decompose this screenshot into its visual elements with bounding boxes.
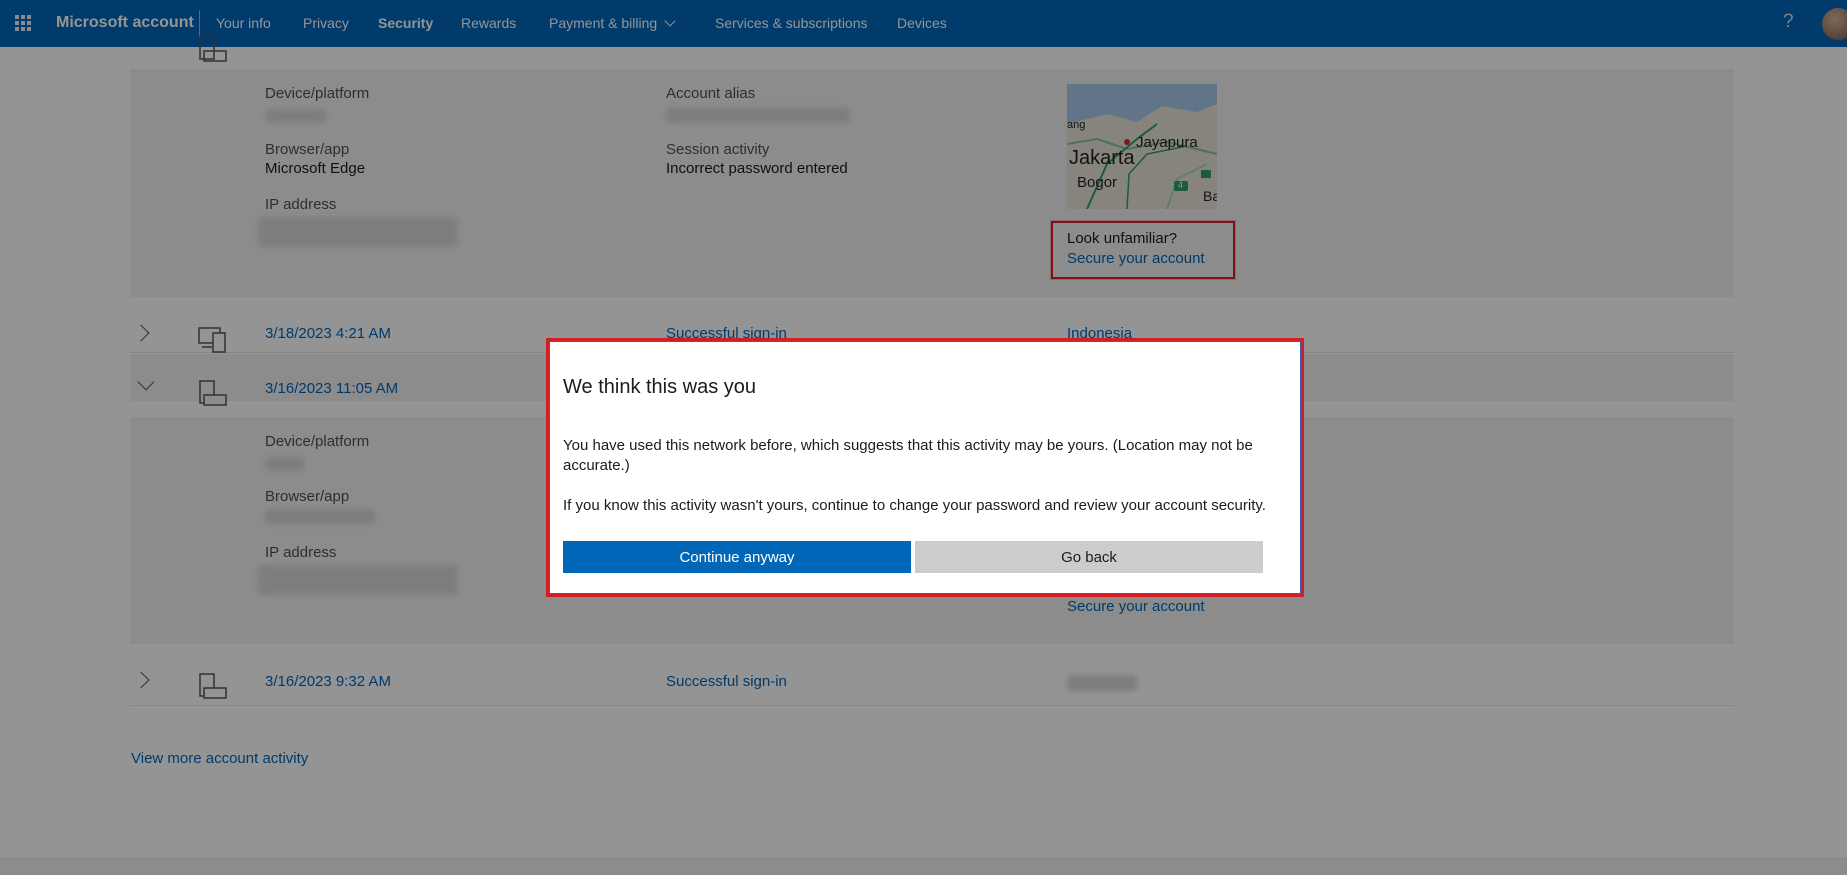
continue-anyway-button[interactable]: Continue anyway	[563, 541, 911, 573]
dialog-message: You have used this network before, which…	[563, 437, 1253, 474]
go-back-button[interactable]: Go back	[915, 541, 1263, 573]
confirm-activity-dialog: We think this was you You have used this…	[546, 338, 1304, 597]
dialog-title: We think this was you	[563, 376, 757, 398]
dialog-warning: If you know this activity wasn't yours, …	[563, 497, 1266, 514]
